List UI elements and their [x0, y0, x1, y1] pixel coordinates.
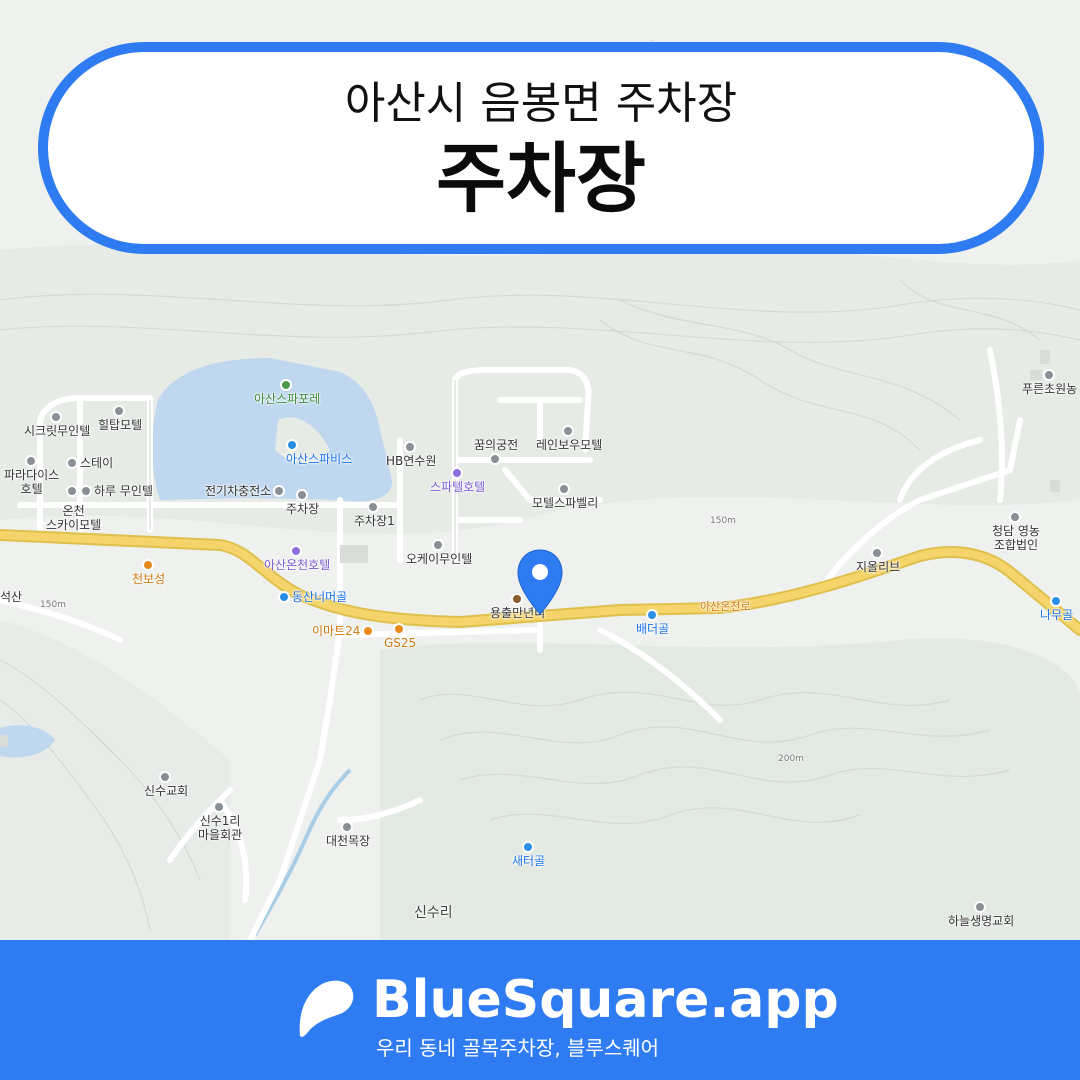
lodging-icon — [66, 485, 78, 497]
parking-icon — [367, 501, 380, 513]
brand-name[interactable]: BlueSquare.app — [372, 970, 839, 1030]
place-baedeogol[interactable]: 배더골 — [636, 608, 669, 636]
building-icon — [1042, 369, 1055, 381]
place-seoksan[interactable]: 석산 — [0, 590, 22, 604]
lodging-icon — [562, 425, 575, 437]
place-hb-garden[interactable]: HB연수원 — [386, 440, 436, 468]
attraction-icon — [286, 439, 298, 451]
place-stay[interactable]: 스테이 — [66, 456, 113, 470]
contour-label-150a: 150m — [40, 600, 66, 610]
place-cheongdam-law[interactable]: 청담 영농 조합법인 — [992, 510, 1040, 552]
building-icon — [213, 801, 226, 813]
place-rainbow-motel[interactable]: 레인보우모텔 — [536, 424, 602, 452]
place-namugol[interactable]: 나무골 — [1040, 594, 1073, 622]
village-icon — [645, 609, 658, 621]
place-cheonbosung[interactable]: 천보성 — [132, 558, 165, 586]
contour-label-200: 200m — [778, 754, 804, 764]
place-dream-palace[interactable]: 꿈의궁전 — [474, 438, 518, 466]
place-asan-spavis[interactable]: 아산스파비스 — [286, 438, 352, 466]
place-hilltop-motel[interactable]: 힐탑모텔 — [98, 404, 142, 432]
lodging-icon — [432, 539, 445, 551]
convenience-store-icon — [393, 623, 406, 635]
lodging-icon — [24, 455, 37, 467]
place-sinsu-church[interactable]: 신수교회 — [144, 770, 188, 798]
village-icon — [278, 591, 290, 603]
forest-icon — [280, 379, 293, 391]
place-parking1[interactable]: 주차장1 — [354, 500, 395, 528]
place-parking[interactable]: 주차장 — [286, 488, 319, 516]
lodging-icon — [66, 457, 78, 469]
footer-banner: BlueSquare.app 우리 동네 골목주차장, 블루스퀘어 — [0, 940, 1080, 1080]
lodging-icon — [113, 405, 126, 417]
place-haru-inn[interactable]: 하루 무인텔 — [66, 484, 153, 498]
lodging-icon — [558, 483, 571, 495]
place-jiolriv[interactable]: 지올리브 — [856, 546, 900, 574]
building-icon — [341, 821, 354, 833]
place-gs25[interactable]: GS25 — [384, 622, 416, 650]
contour-label-150b: 150m — [710, 516, 736, 526]
road-asan-onchen-ro: 아산온천로 — [700, 600, 751, 613]
place-asan-onchen-hotel[interactable]: 아산온천호텔 — [264, 544, 330, 572]
ev-charger-icon — [273, 485, 286, 497]
village-icon — [1049, 595, 1062, 607]
place-emart24[interactable]: 이마트24 — [312, 624, 376, 638]
place-asan-spa-forest[interactable]: 아산스파포레 — [254, 378, 320, 406]
place-ok-inn[interactable]: 오케이무인텔 — [406, 538, 472, 566]
place-pureun-farm[interactable]: 푸른초원농 — [1022, 368, 1077, 396]
bluesquare-logo-icon — [299, 980, 354, 1037]
location-subtitle: 아산시 음봉면 주차장 — [344, 78, 738, 129]
place-onchen-sky-motel[interactable]: 온천 스카이모텔 — [46, 504, 101, 532]
lodging-icon — [80, 485, 92, 497]
restaurant-icon — [141, 559, 154, 571]
place-saeteogol[interactable]: 새터골 — [512, 840, 545, 868]
convenience-store-icon — [362, 625, 375, 637]
hotel-icon — [450, 467, 463, 479]
church-icon — [974, 901, 987, 913]
place-haneul-church[interactable]: 하늘생명교회 — [948, 900, 1014, 928]
building-icon — [1008, 511, 1021, 523]
building-icon — [404, 441, 417, 453]
place-secret-inn[interactable]: 시크릿무인텔 — [24, 410, 90, 438]
place-ev-station[interactable]: 전기차충전소 — [205, 484, 287, 498]
place-sinsu-ri: 신수리 — [414, 905, 453, 921]
lodging-icon — [489, 453, 502, 465]
place-sinsu1-hall[interactable]: 신수1리 마을회관 — [198, 800, 242, 842]
brand-tagline: 우리 동네 골목주차장, 블루스퀘어 — [376, 1036, 660, 1060]
place-dongsan-neomeogol[interactable]: 동산너머골 — [278, 590, 347, 604]
location-pin-icon[interactable] — [516, 548, 564, 618]
place-paradise-hotel[interactable]: 파라다이스 호텔 — [4, 454, 59, 496]
place-spatel-hotel[interactable]: 스파텔호텔 — [430, 466, 485, 494]
village-icon — [521, 841, 534, 853]
place-motel-spa-valley[interactable]: 모텔스파벨리 — [532, 482, 598, 510]
place-daecheon-ranch[interactable]: 대천목장 — [326, 820, 370, 848]
page-title: 주차장 — [436, 134, 646, 223]
church-icon — [159, 771, 172, 783]
title-card: 아산시 음봉면 주차장 주차장 — [38, 42, 1044, 254]
lodging-icon — [50, 411, 63, 423]
parking-icon — [295, 489, 308, 501]
building-icon — [871, 547, 884, 559]
hotel-icon — [290, 545, 303, 557]
